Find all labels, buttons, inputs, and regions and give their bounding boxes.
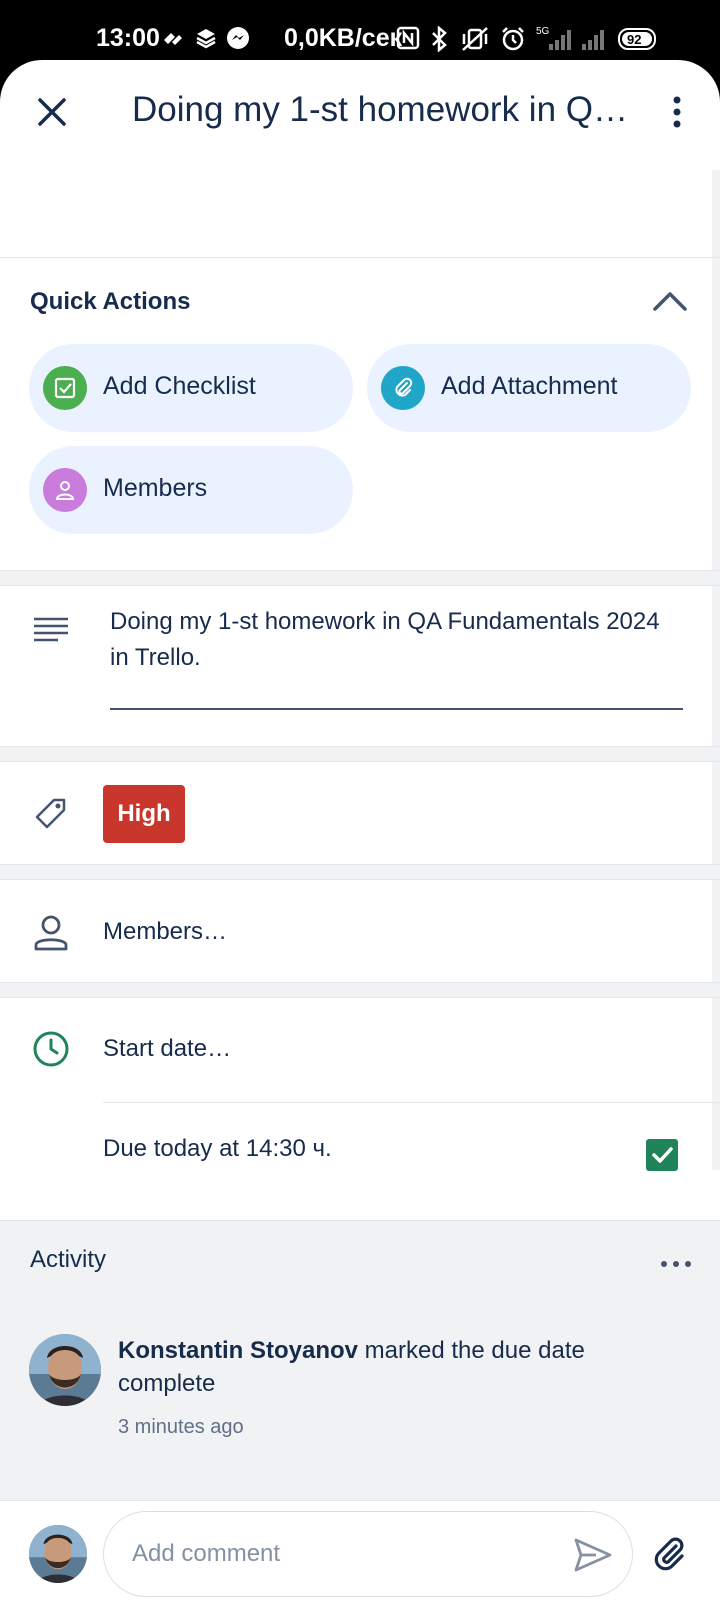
close-button[interactable]: [30, 90, 74, 134]
section-divider: [0, 982, 720, 998]
section-divider: [0, 746, 720, 762]
tag-icon: [32, 796, 68, 837]
vibrate-off-icon: [460, 26, 490, 57]
card-title[interactable]: Doing my 1-st homework in QA Fundamental…: [132, 90, 642, 130]
members-quick-action-button[interactable]: Members: [29, 446, 353, 534]
checklist-icon: [43, 366, 87, 410]
comment-bar: Add comment: [0, 1500, 720, 1600]
divider: [0, 257, 720, 258]
start-date-field[interactable]: Start date…: [103, 1035, 231, 1063]
messenger-icon: [226, 26, 250, 55]
add-checklist-label: Add Checklist: [103, 372, 256, 400]
comment-attach-button[interactable]: [650, 1535, 690, 1575]
inner-separator: [103, 1102, 720, 1103]
divider: [0, 1220, 720, 1221]
sync-icon: [160, 26, 186, 57]
card-detail-sheet: Doing my 1-st homework in QA Fundamental…: [0, 60, 720, 1600]
description-underline: [110, 708, 683, 710]
members-quick-action-label: Members: [103, 474, 208, 502]
member-icon: [33, 914, 69, 957]
checkmark-icon: [652, 1147, 673, 1163]
due-date-field[interactable]: Due today at 14:30 ч.: [103, 1135, 332, 1163]
paperclip-icon: [381, 366, 425, 410]
section-divider: [0, 864, 720, 880]
send-button[interactable]: [572, 1534, 614, 1576]
add-attachment-button[interactable]: Add Attachment: [367, 344, 691, 432]
network-speed: 0,0KB/сек: [284, 24, 403, 52]
activity-entry-text: Konstantin Stoyanov marked the due date …: [118, 1334, 678, 1400]
add-checklist-button[interactable]: Add Checklist: [29, 344, 353, 432]
activity-title: Activity: [30, 1246, 107, 1273]
nfc-icon: [396, 26, 420, 55]
horizontal-dots-icon: [661, 1261, 691, 1267]
collapse-quick-actions-button[interactable]: [650, 286, 690, 316]
priority-label-badge[interactable]: High: [103, 785, 185, 843]
send-icon: [574, 1538, 612, 1572]
activity-time: 3 minutes ago: [118, 1416, 244, 1438]
more-options-button[interactable]: [662, 90, 692, 134]
signal-5g-icon: 5G: [535, 24, 575, 57]
status-time: 13:00: [96, 24, 160, 52]
description-icon: [32, 616, 70, 647]
due-complete-checkbox[interactable]: [646, 1139, 678, 1171]
network-type-label: 5G: [536, 26, 550, 37]
current-user-avatar: [29, 1525, 87, 1583]
battery-level: 92: [627, 32, 641, 47]
paperclip-icon: [654, 1537, 684, 1571]
card-header: Doing my 1-st homework in QA Fundamental…: [0, 60, 720, 170]
comment-input[interactable]: Add comment: [103, 1511, 633, 1597]
section-divider: [0, 570, 720, 586]
activity-options-button[interactable]: [660, 1256, 692, 1267]
battery-icon: 92: [618, 28, 658, 55]
chevron-up-icon: [653, 292, 687, 311]
description-text[interactable]: Doing my 1-st homework in QA Fundamental…: [110, 604, 670, 676]
layers-icon: [195, 26, 217, 55]
add-attachment-label: Add Attachment: [441, 372, 618, 400]
signal-icon: [580, 24, 610, 57]
comment-placeholder: Add comment: [132, 1540, 281, 1567]
bluetooth-icon: [428, 25, 450, 57]
vertical-dots-icon: [673, 96, 681, 128]
close-icon: [38, 98, 66, 126]
avatar[interactable]: [29, 1334, 101, 1406]
alarm-icon: [500, 26, 526, 57]
activity-user[interactable]: Konstantin Stoyanov: [118, 1337, 358, 1364]
quick-actions-title: Quick Actions: [30, 288, 191, 315]
scrollbar-track: [712, 170, 720, 1170]
person-icon: [43, 468, 87, 512]
clock-icon: [32, 1030, 70, 1073]
members-field[interactable]: Members…: [103, 918, 227, 946]
